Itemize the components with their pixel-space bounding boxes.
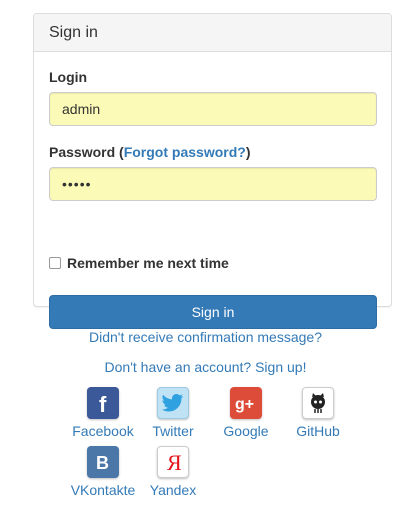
google-label: Google <box>223 423 269 439</box>
login-label: Login <box>49 69 88 85</box>
password-label: Password (Forgot password?) <box>49 144 251 160</box>
github-label: GitHub <box>296 423 340 439</box>
github-icon <box>302 387 334 419</box>
social-vkontakte[interactable]: B VKontakte <box>68 446 138 498</box>
remember-label: Remember me next time <box>67 255 229 271</box>
google-plus-icon: g+ <box>230 387 262 419</box>
password-input[interactable] <box>49 167 377 201</box>
password-label-text: Password ( <box>49 144 124 160</box>
twitter-icon <box>157 387 189 419</box>
forgot-password-link[interactable]: Forgot password? <box>124 144 246 160</box>
signin-panel: Sign in Login Password (Forgot password?… <box>33 13 392 329</box>
confirmation-line: Didn't receive confirmation message? <box>0 329 411 345</box>
svg-text:B: B <box>96 453 109 473</box>
svg-text:f: f <box>99 392 107 415</box>
remember-checkbox[interactable] <box>49 257 61 269</box>
facebook-label: Facebook <box>72 423 134 439</box>
signin-button[interactable]: Sign in <box>49 295 377 329</box>
social-github[interactable]: GitHub <box>283 387 353 439</box>
password-label-close: ) <box>245 144 251 160</box>
svg-text:Я: Я <box>167 450 182 474</box>
confirmation-link[interactable]: Didn't receive confirmation message? <box>89 329 322 345</box>
vkontakte-label: VKontakte <box>70 482 136 498</box>
login-input[interactable] <box>49 92 377 126</box>
twitter-label: Twitter <box>152 423 194 439</box>
panel-title: Sign in <box>34 14 391 52</box>
social-twitter[interactable]: Twitter <box>138 387 208 439</box>
facebook-icon: f <box>87 387 119 419</box>
vkontakte-icon: B <box>87 446 119 478</box>
social-yandex[interactable]: Я Yandex <box>138 446 208 498</box>
social-facebook[interactable]: f Facebook <box>68 387 138 439</box>
yandex-icon: Я <box>157 446 189 478</box>
remember-me[interactable]: Remember me next time <box>49 255 229 271</box>
social-google[interactable]: g+ Google <box>211 387 281 439</box>
yandex-label: Yandex <box>149 482 197 498</box>
signup-line: Don't have an account? Sign up! <box>0 359 411 375</box>
svg-text:g+: g+ <box>235 396 254 413</box>
signup-link[interactable]: Don't have an account? Sign up! <box>105 359 307 375</box>
